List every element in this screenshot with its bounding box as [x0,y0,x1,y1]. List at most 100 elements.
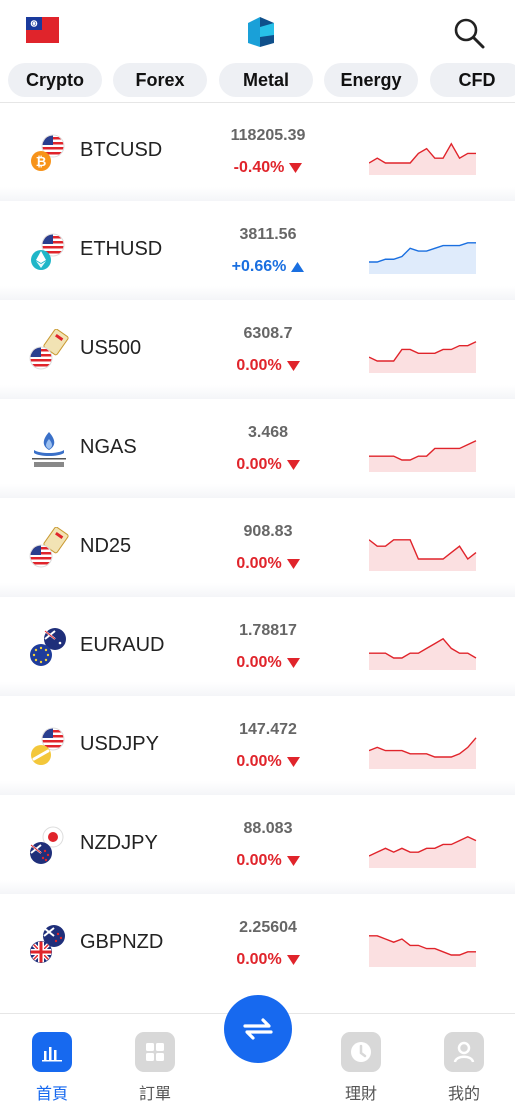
sparkline-area [369,935,476,967]
quote-price: 3811.56 [239,226,297,243]
quote-row[interactable]: ND25 908.83 0.00% [0,499,515,597]
quote-price: 908.83 [243,523,293,540]
quote-change: 0.00% [205,456,331,474]
trend-down-icon [286,360,300,371]
sparkline-area [369,242,476,274]
quote-row[interactable]: ₿ BTCUSD 118205.39 -0.40% [0,103,515,201]
trend-down-icon [286,954,300,965]
sparkline [369,637,477,670]
app-logo-icon [248,17,274,47]
eur-aud-icon [30,628,66,666]
quote-row[interactable]: US500 6308.7 0.00% [0,301,515,399]
row-separator [0,682,515,696]
bitcoin-usd-icon: ₿ [31,134,65,171]
change-value: 0.00% [236,456,282,473]
trend-down-icon [286,657,300,668]
quote-row[interactable]: NGAS 3.468 0.00% [0,400,515,498]
row-separator [0,484,515,498]
quote-row[interactable]: ETHUSD 3811.56 +0.66% [0,202,515,300]
quote-row[interactable]: EURAUD 1.78817 0.00% [0,598,515,696]
sparkline [369,341,477,373]
change-value: -0.40% [233,159,285,176]
quote-row[interactable]: USDJPY 147.472 0.00% [0,697,515,795]
change-value: 0.00% [236,951,282,968]
search-icon[interactable] [453,17,485,49]
nav-finance[interactable]: 理財 [316,1014,406,1116]
quote-price: 6308.7 [243,325,293,342]
quote-symbol: GBPNZD [80,931,164,953]
us500-icon [29,329,69,370]
nav-label: 理財 [344,1086,377,1103]
ethereum-usd-icon [31,233,65,270]
gbp-nzd-icon [30,925,65,963]
quote-symbol: ETHUSD [80,238,163,260]
exchange-arrows-icon [243,1018,273,1040]
quote-change: 0.00% [205,555,331,573]
trend-down-icon [286,756,300,767]
sparkline [369,440,477,472]
svg-text:₿: ₿ [36,154,47,169]
natural-gas-icon [28,428,70,470]
quote-price: 1.78817 [239,622,297,639]
quote-symbol: US500 [80,337,142,359]
nav-orders[interactable]: 訂單 [110,1014,200,1116]
nav-home[interactable]: 首頁 [7,1014,97,1116]
nzd-jpy-icon [30,826,64,864]
sparkline [369,836,477,868]
sparkline-area [369,143,476,175]
quote-change: 0.00% [205,357,331,375]
nav-label: 首頁 [35,1086,68,1103]
trend-up-icon [291,261,305,272]
quote-row[interactable]: GBPNZD 2.25604 0.00% [0,895,515,993]
quote-list[interactable]: ₿ BTCUSD 118205.39 -0.40% ETHUSD 3811.56… [0,103,515,1013]
tab-metal[interactable]: Metal [219,63,313,97]
change-value: 0.00% [236,753,282,770]
nav-label: 訂單 [138,1086,171,1103]
change-value: 0.00% [236,555,282,572]
quote-symbol: NGAS [80,436,137,458]
row-separator [0,385,515,399]
trend-down-icon [286,459,300,470]
trade-exchange-button[interactable] [224,995,292,1063]
tab-forex[interactable]: Forex [113,63,207,97]
orders-grid-icon [135,1032,175,1072]
sparkline [369,242,476,274]
nav-profile[interactable]: 我的 [419,1014,509,1116]
change-value: 0.00% [236,654,282,671]
row-separator [0,187,515,201]
quote-row[interactable]: NZDJPY 88.083 0.00% [0,796,515,894]
usd-jpy-icon [31,727,65,765]
sparkline-area [369,539,476,571]
quote-change: 0.00% [205,654,331,672]
sparkline [369,935,476,967]
row-separator [0,286,515,300]
finance-clock-icon [341,1032,381,1072]
sparkline [369,539,477,571]
trend-down-icon [286,558,300,569]
home-chart-icon [32,1032,72,1072]
tab-crypto[interactable]: Crypto [8,63,102,97]
row-separator [0,781,515,795]
quote-symbol: NZDJPY [80,832,158,854]
tab-energy[interactable]: Energy [324,63,418,97]
change-value: 0.00% [236,852,282,869]
quote-change: 0.00% [205,753,331,771]
quote-change: 0.00% [205,951,331,969]
sparkline [369,142,476,175]
quote-price: 2.25604 [239,919,297,936]
profile-icon [444,1032,484,1072]
quote-symbol: ND25 [80,535,132,557]
nd25-icon [29,527,69,568]
quote-symbol: USDJPY [80,733,159,755]
quote-price: 118205.39 [230,127,306,144]
quote-price: 3.468 [247,424,289,441]
sparkline-area [369,836,476,868]
taiwan-flag-icon[interactable] [26,17,59,43]
trend-down-icon [289,162,303,173]
row-separator [0,880,515,894]
sparkline [369,737,477,769]
quote-symbol: BTCUSD [80,139,163,161]
quote-symbol: EURAUD [80,634,165,656]
trend-down-icon [286,855,300,866]
tab-cfd[interactable]: CFD [430,63,515,97]
